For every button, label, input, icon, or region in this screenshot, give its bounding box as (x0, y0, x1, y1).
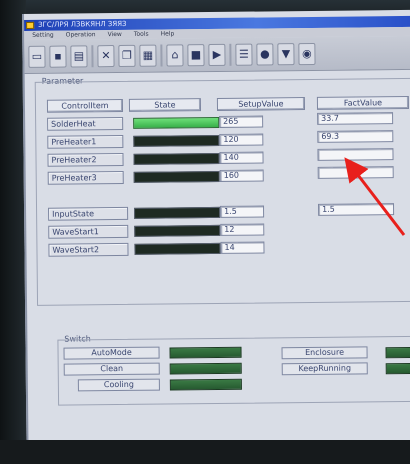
save-icon[interactable]: ▪ (49, 45, 67, 68)
toolbar-separator (91, 44, 94, 67)
copy-icon[interactable]: ❐ (118, 44, 136, 67)
paste-icon[interactable]: ▦ (139, 44, 157, 67)
toolbar-separator (229, 43, 232, 66)
setup-field-wavestart1[interactable]: 12 (220, 223, 265, 236)
filter-icon[interactable]: ▼ (277, 42, 295, 65)
window-title: ЗГС/ЛРЯ ЛЗВКЯНЛ ЗЯЯЗ (38, 19, 127, 29)
automode-indicator (169, 346, 242, 359)
row-label-preheater2: PreHeater2 (47, 152, 124, 167)
camera-icon[interactable]: ◉ (298, 42, 316, 65)
state-indicator-wavestart2 (134, 242, 221, 255)
automode-button[interactable]: AutoMode (63, 346, 160, 360)
state-indicator-preheater1 (133, 134, 220, 147)
monitor-bezel-bottom (0, 440, 410, 464)
menu-view[interactable]: View (108, 30, 122, 39)
row-label-preheater3: PreHeater3 (47, 170, 124, 185)
row-label-solderheat: SolderHeat (47, 116, 124, 131)
row-label-wavestart1: WaveStart1 (48, 224, 129, 239)
menu-operation[interactable]: Operation (66, 30, 96, 39)
row-label-wavestart2: WaveStart2 (48, 242, 129, 257)
application-window: ЗГС/ЛРЯ ЛЗВКЯНЛ ЗЯЯЗ Setting Operation V… (22, 9, 410, 446)
setup-field-preheater3[interactable]: 160 (219, 169, 264, 182)
toolbar: ▭ ▪ ▤ ✕ ❐ ▦ ⌂ ■ ▶ ☰ ● ▼ ◉ (24, 35, 410, 74)
fact-field-preheater3 (317, 166, 394, 179)
keeprunning-indicator (385, 362, 410, 375)
cooling-button[interactable]: Cooling (77, 378, 160, 392)
toolbar-separator (160, 44, 163, 67)
menu-tools[interactable]: Tools (134, 30, 149, 39)
folder-icon[interactable]: ▭ (28, 45, 46, 68)
setup-field-inputstate[interactable]: 1.5 (220, 205, 265, 218)
keeprunning-button[interactable]: KeepRunning (281, 362, 368, 376)
print-icon[interactable]: ▤ (70, 44, 88, 67)
row-label-preheater1: PreHeater1 (47, 134, 124, 149)
setup-field-solderheat[interactable]: 265 (219, 115, 264, 128)
menu-help[interactable]: Help (161, 29, 175, 38)
enclosure-button[interactable]: Enclosure (281, 346, 368, 360)
header-setup-value: SetupValue (216, 97, 306, 111)
config-icon[interactable]: ☰ (235, 43, 253, 66)
setup-field-wavestart2[interactable]: 14 (220, 241, 265, 254)
state-indicator-inputstate (134, 206, 221, 219)
fact-field-solderheat: 33.7 (317, 112, 394, 125)
stop-icon[interactable]: ■ (187, 43, 205, 66)
home-icon[interactable]: ⌂ (166, 43, 184, 66)
app-icon (26, 21, 35, 29)
fact-field-inputstate: 1.5 (318, 203, 395, 216)
row-label-inputstate: InputState (48, 206, 129, 221)
cut-icon[interactable]: ✕ (97, 44, 115, 67)
setup-field-preheater2[interactable]: 140 (219, 151, 264, 164)
run-icon[interactable]: ▶ (208, 43, 226, 66)
cooling-indicator (169, 378, 242, 391)
state-indicator-wavestart1 (134, 224, 221, 237)
setup-field-preheater1[interactable]: 120 (219, 133, 264, 146)
state-indicator-preheater2 (133, 152, 220, 165)
state-indicator-solderheat (133, 116, 220, 129)
record-icon[interactable]: ● (256, 42, 274, 66)
enclosure-indicator (385, 346, 410, 359)
fact-field-preheater2 (317, 148, 394, 161)
header-control-item: ControlItem (46, 98, 124, 113)
fact-field-preheater1: 69.3 (317, 130, 394, 143)
header-state: State (128, 98, 202, 112)
header-fact-value: FactValue (316, 95, 410, 110)
clean-indicator (169, 362, 242, 375)
clean-button[interactable]: Clean (63, 362, 160, 376)
state-indicator-preheater3 (133, 170, 220, 183)
menu-setting[interactable]: Setting (32, 31, 54, 40)
